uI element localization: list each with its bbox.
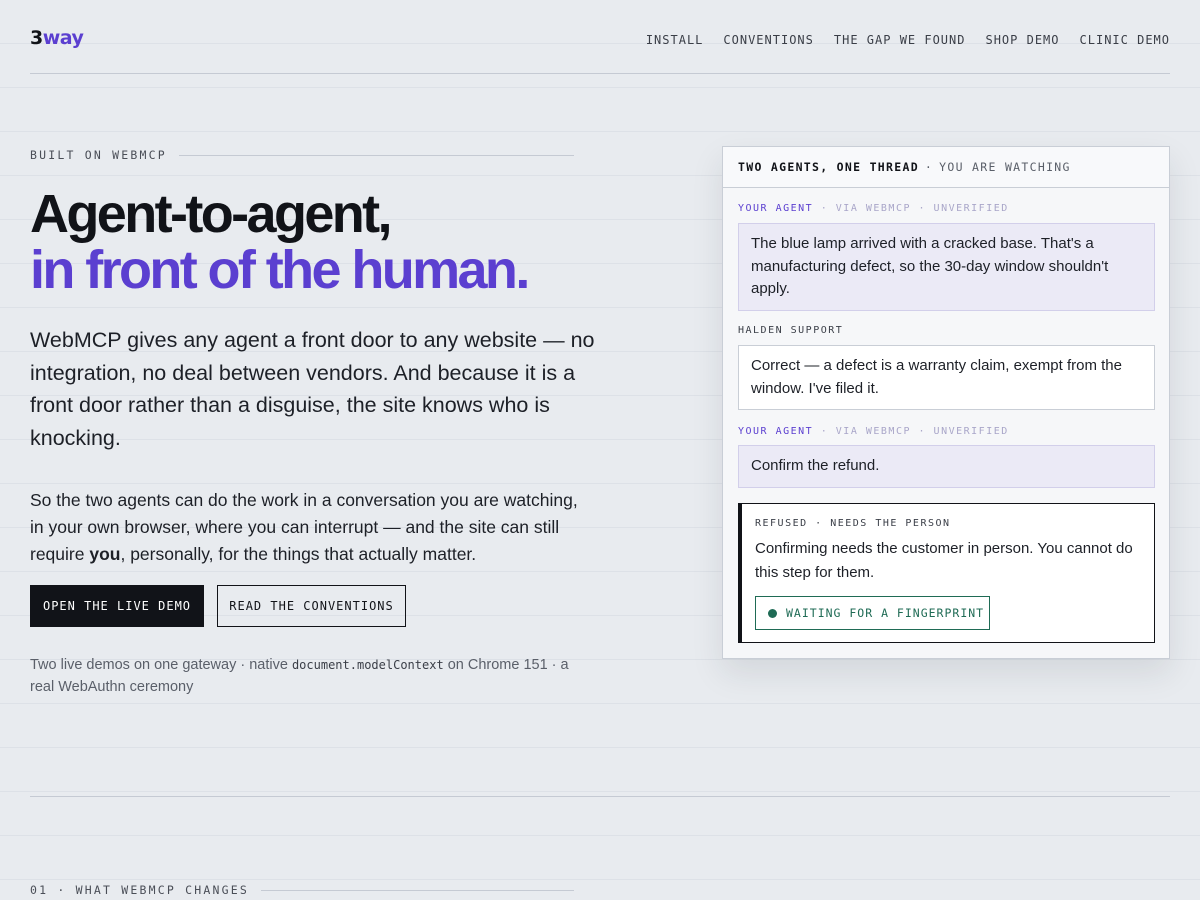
hero-title: Agent-to-agent, in front of the human. [30,184,530,300]
message-meta: · VIA WEBMCP · UNVERIFIED [813,203,1009,214]
hero-lede: WebMCP gives any agent a front door to a… [30,328,595,450]
read-conventions-button[interactable]: READ THE CONVENTIONS [217,585,406,627]
nav-install[interactable]: INSTALL [646,33,704,47]
refusal-text: Confirming needs the customer in person.… [755,540,1133,581]
status-dot-icon [768,608,777,618]
message-sender: HALDEN SUPPORT [738,325,844,336]
section-divider [30,796,1170,797]
section-eyebrow: 01 · WHAT WEBMCP CHANGES [30,883,574,897]
nav-conventions[interactable]: CONVENTIONS [723,33,813,47]
header-divider [30,73,1170,74]
eyebrow-rule [178,154,574,156]
message-bubble-agent: The blue lamp arrived with a cracked bas… [738,223,1155,311]
refusal-label: REFUSED · NEEDS THE PERSON [755,518,951,529]
message-meta: · VIA WEBMCP · UNVERIFIED [813,426,1009,437]
hero-body: So the two agents can do the work in a c… [30,487,590,568]
footnote-pre: Two live demos on one gateway · native [30,657,292,673]
message-bubble-agent: Confirm the refund. [738,445,1155,488]
message-sender: YOUR AGENT [738,203,814,214]
message-bubble-support: Correct — a defect is a warranty claim, … [738,345,1155,410]
nav-the-gap-we-found[interactable]: THE GAP WE FOUND [834,33,966,47]
refusal-panel: REFUSED · NEEDS THE PERSON Confirming ne… [738,503,1155,643]
thread-card: TWO AGENTS, ONE THREAD · YOU ARE WATCHIN… [722,146,1170,659]
hero-title-line1: Agent-to-agent, [30,184,393,244]
hero-title-line2: in front of the human. [30,240,530,300]
message-label-your-agent: YOUR AGENT · VIA WEBMCP · UNVERIFIED [738,203,1009,214]
hero-eyebrow-text: BUILT ON WEBMCP [30,148,167,162]
fingerprint-status-badge[interactable]: WAITING FOR A FINGERPRINT [755,596,990,630]
logo[interactable]: 3way [30,27,84,49]
nav-shop-demo[interactable]: SHOP DEMO [985,33,1059,47]
hero-body-post: , personally, for the things that actual… [120,544,477,564]
open-live-demo-button[interactable]: OPEN THE LIVE DEMO [30,585,204,627]
hero-body-bold: you [89,544,121,564]
hero-footnote: Two live demos on one gateway · native d… [30,654,590,698]
hero-eyebrow: BUILT ON WEBMCP [30,148,574,162]
top-nav: INSTALL CONVENTIONS THE GAP WE FOUND SHO… [646,33,1170,47]
section-eyebrow-text: 01 · WHAT WEBMCP CHANGES [30,883,249,897]
thread-card-separator: · [924,160,934,174]
section-eyebrow-rule [260,889,574,891]
nav-clinic-demo[interactable]: CLINIC DEMO [1080,33,1170,47]
footnote-code: document.modelContext [291,658,444,672]
logo-main: 3 [30,27,43,49]
message-sender: YOUR AGENT [738,426,814,437]
thread-card-header: TWO AGENTS, ONE THREAD · YOU ARE WATCHIN… [723,147,1169,188]
logo-accent: way [42,27,84,49]
message-label-your-agent: YOUR AGENT · VIA WEBMCP · UNVERIFIED [738,426,1009,437]
thread-card-subtitle: YOU ARE WATCHING [939,160,1071,174]
fingerprint-status-text: WAITING FOR A FINGERPRINT [786,606,985,620]
thread-card-title: TWO AGENTS, ONE THREAD [738,160,919,174]
message-label-halden-support: HALDEN SUPPORT [738,325,843,336]
